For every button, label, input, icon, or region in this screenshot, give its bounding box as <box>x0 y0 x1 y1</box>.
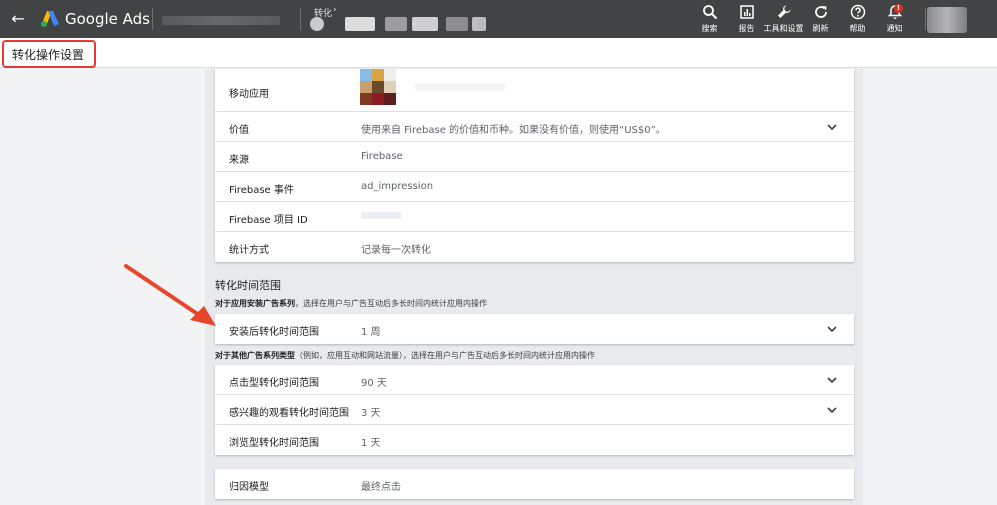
row-label: 统计方式 <box>229 245 269 256</box>
project-id-redacted <box>361 212 401 219</box>
nav-refresh[interactable]: 刷新 <box>802 4 839 36</box>
nav-tools[interactable]: 工具和设置 <box>763 4 804 36</box>
nav-label: 帮助 <box>849 24 866 33</box>
breadcrumb-redacted <box>345 17 375 31</box>
top-bar: ← Google Ads 转化 › 搜索 报告 工具和设置 刷新 帮助 通知 ! <box>0 0 997 38</box>
account-name-redacted[interactable] <box>162 16 280 25</box>
app-name-redacted <box>415 83 505 91</box>
row-label: 移动应用 <box>229 89 269 100</box>
row-engaged-view-window[interactable]: 感兴趣的观看转化时间范围 3 天 <box>215 395 854 425</box>
row-value: 使用来自 Firebase 的价值和币种。如果没有价值，则使用“US$0”。 <box>361 125 666 136</box>
row-label: 来源 <box>229 155 249 166</box>
row-label: 安装后转化时间范围 <box>229 327 319 338</box>
desc-bold: 对于应用安装广告系列 <box>215 299 295 308</box>
row-label: 归因模型 <box>229 482 269 493</box>
section-description: 对于其他广告系列类型（例如，应用互动和网站流量），选择在用户与广告互动后多长时间… <box>215 350 595 361</box>
desc-text: ，选择在用户与广告互动后多长时间内统计应用内操作 <box>295 299 487 308</box>
section-title: 转化时间范围 <box>215 279 281 292</box>
desc-text: （例如，应用互动和网站流量），选择在用户与广告互动后多长时间内统计应用内操作 <box>295 351 595 360</box>
breadcrumb-redacted <box>385 17 407 31</box>
nav-label: 报告 <box>738 24 755 33</box>
row-attribution-model: 归因模型 最终点击 <box>215 469 854 499</box>
row-install-window[interactable]: 安装后转化时间范围 1 周 <box>215 314 854 344</box>
row-value: 1 天 <box>361 438 381 449</box>
row-value: 1 周 <box>361 327 381 338</box>
install-window-card[interactable]: 安装后转化时间范围 1 周 <box>215 314 854 344</box>
search-icon <box>702 5 717 20</box>
nav-label: 通知 <box>886 24 903 33</box>
detail-row-source: 来源 Firebase <box>215 142 854 172</box>
help-icon <box>850 4 865 20</box>
annotation-arrow-icon <box>124 264 216 326</box>
google-ads-logo <box>41 11 59 27</box>
row-click-window[interactable]: 点击型转化时间范围 90 天 <box>215 365 854 395</box>
row-value: ad_impression <box>361 181 434 192</box>
chevron-down-icon[interactable] <box>826 374 838 386</box>
brand-name: Google Ads <box>65 10 150 28</box>
breadcrumb-redacted <box>310 17 324 31</box>
app-icon-redacted <box>360 69 396 105</box>
breadcrumb-redacted <box>412 17 438 31</box>
attribution-card: 归因模型 最终点击 <box>215 469 854 499</box>
chevron-down-icon[interactable] <box>826 323 838 335</box>
row-label: 点击型转化时间范围 <box>229 378 319 389</box>
nav-help[interactable]: 帮助 <box>839 4 876 36</box>
row-value: 最终点击 <box>361 482 401 493</box>
notification-badge: ! <box>894 4 903 13</box>
section-description: 对于应用安装广告系列，选择在用户与广告互动后多长时间内统计应用内操作 <box>215 298 487 309</box>
other-windows-card: 点击型转化时间范围 90 天 感兴趣的观看转化时间范围 3 天 浏览型转化时间范… <box>215 365 854 455</box>
detail-row-app: 移动应用 <box>215 69 854 112</box>
row-label: Firebase 项目 ID <box>229 215 308 226</box>
row-label: 浏览型转化时间范围 <box>229 438 319 449</box>
detail-row-firebase-project-id: Firebase 项目 ID <box>215 202 854 232</box>
nav-label: 搜索 <box>701 24 718 33</box>
detail-row-counting: 统计方式 记录每一次转化 <box>215 232 854 262</box>
page-header: 转化操作设置 <box>0 38 997 68</box>
page-title: 转化操作设置 <box>12 48 85 62</box>
divider <box>925 8 926 30</box>
top-nav: 搜索 报告 工具和设置 刷新 帮助 通知 <box>691 4 913 36</box>
nav-search[interactable]: 搜索 <box>691 4 728 36</box>
detail-row-firebase-event: Firebase 事件 ad_impression <box>215 172 854 202</box>
row-value: 3 天 <box>361 408 381 419</box>
desc-bold: 对于其他广告系列类型 <box>215 351 295 360</box>
nav-label: 工具和设置 <box>763 24 804 33</box>
row-value: Firebase <box>361 151 403 162</box>
detail-row-value[interactable]: 价值 使用来自 Firebase 的价值和币种。如果没有价值，则使用“US$0”… <box>215 112 854 142</box>
chevron-down-icon[interactable] <box>826 121 838 133</box>
wrench-icon <box>777 5 790 18</box>
row-value: 记录每一次转化 <box>361 245 431 256</box>
chevron-down-icon[interactable] <box>826 404 838 416</box>
divider <box>152 8 153 30</box>
row-label: 感兴趣的观看转化时间范围 <box>229 408 349 419</box>
reports-icon <box>739 5 754 19</box>
refresh-icon <box>814 6 827 18</box>
nav-reports[interactable]: 报告 <box>728 4 765 36</box>
row-value: 90 天 <box>361 378 387 389</box>
breadcrumb-redacted <box>446 17 468 31</box>
details-card: 移动应用 价值 使用来自 Firebase 的价值和币种。如果没有价值，则使用“… <box>215 69 854 262</box>
breadcrumb-redacted <box>472 17 486 31</box>
nav-label: 刷新 <box>812 24 829 33</box>
breadcrumb-chevron-icon: › <box>333 5 337 15</box>
row-label: 价值 <box>229 125 249 136</box>
row-label: Firebase 事件 <box>229 185 294 196</box>
row-view-through-window: 浏览型转化时间范围 1 天 <box>215 425 854 455</box>
avatar[interactable] <box>927 7 967 33</box>
back-arrow-icon[interactable]: ← <box>8 9 28 29</box>
divider <box>300 8 301 30</box>
